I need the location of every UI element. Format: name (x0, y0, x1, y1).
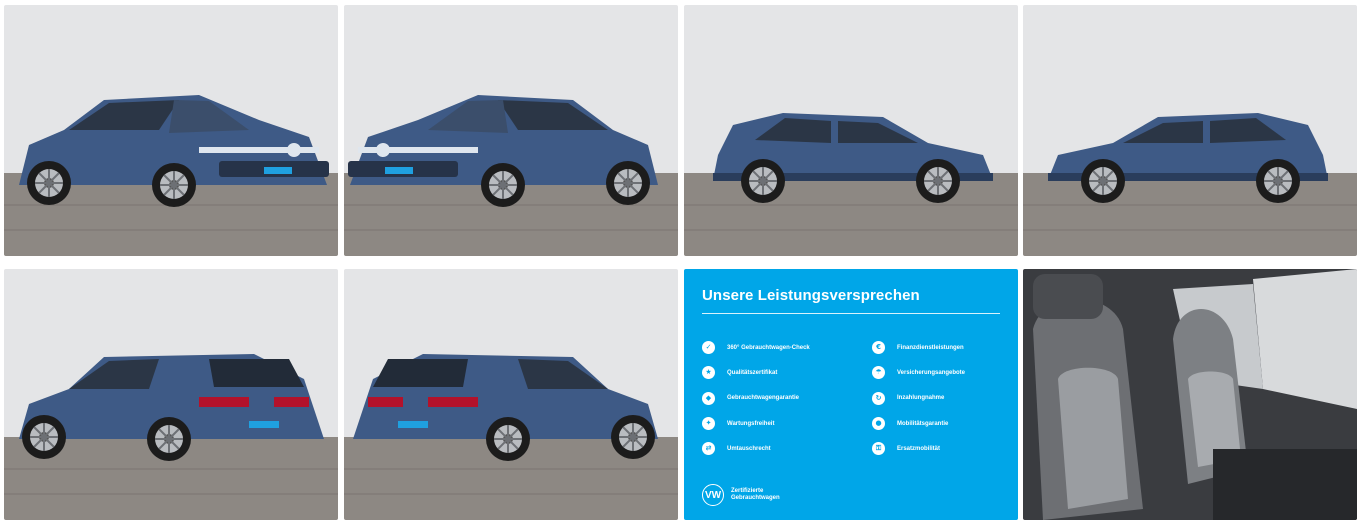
promo-item-insurance: ☂ Versicherungsangebote (872, 360, 1018, 385)
promo-item-trade-in: ↻ Inzahlungnahme (872, 386, 1018, 411)
umbrella-icon: ☂ (872, 366, 885, 380)
gallery-photo-front-right[interactable] (344, 5, 678, 256)
logo-line-1: Zertifizierte (731, 488, 764, 494)
gallery-photo-side-left[interactable] (684, 5, 1018, 256)
interior-seats-photo-icon (1023, 269, 1357, 520)
key-icon: ⚿ (872, 442, 885, 456)
car-front-left-photo-icon (4, 5, 338, 256)
promo-list-left: ✓ 360° Gebrauchtwagen-Check ★ Qualitätszer… (702, 335, 852, 461)
gallery-photo-front-left[interactable] (4, 5, 338, 256)
promo-item-warranty: ◆ Gebrauchtwagengarantie (702, 386, 852, 411)
promo-item-mobility: ● Mobilitätsgarantie (872, 411, 1018, 436)
car-rear-right-photo-icon (344, 269, 678, 520)
promo-item-finance: € Finanzdienstleistungen (872, 335, 1018, 360)
car-side-right-photo-icon (1023, 5, 1357, 256)
shield-icon: ◆ (702, 391, 715, 405)
promo-item-replacement: ⚿ Ersatzmobilität (872, 436, 1018, 461)
gallery-photo-interior[interactable] (1023, 269, 1357, 520)
promo-list-right: € Finanzdienstleistungen ☂ Versicherungsan… (872, 335, 1018, 461)
car-side-left-photo-icon (684, 5, 1018, 256)
promo-item-maintenance: ✦ Wartungsfreiheit (702, 411, 852, 436)
promo-title: Unsere Leistungsversprechen (702, 287, 920, 304)
money-icon: € (872, 341, 885, 355)
promo-item-certificate: ★ Qualitätszertifikat (702, 360, 852, 385)
logo-line-2: Gebrauchtwagen (731, 495, 780, 501)
trade-in-icon: ↻ (872, 391, 885, 405)
car-icon: ● (872, 417, 885, 431)
gallery-photo-rear-right[interactable] (344, 269, 678, 520)
check-icon: ✓ (702, 341, 715, 355)
certified-used-cars-logo: VW Zertifizierte Gebrauchtwagen (702, 484, 780, 506)
vw-logo-icon: VW (702, 484, 724, 506)
gallery-photo-side-right[interactable] (1023, 5, 1357, 256)
car-front-right-photo-icon (344, 5, 678, 256)
promo-item-check: ✓ 360° Gebrauchtwagen-Check (702, 335, 852, 360)
promo-divider (702, 313, 1000, 314)
promo-item-exchange: ⇄ Umtauschrecht (702, 436, 852, 461)
promo-card[interactable]: Unsere Leistungsversprechen ✓ 360° Gebrau… (684, 269, 1018, 520)
certificate-icon: ★ (702, 366, 715, 380)
car-rear-left-photo-icon (4, 269, 338, 520)
exchange-icon: ⇄ (702, 442, 715, 456)
gallery-photo-rear-left[interactable] (4, 269, 338, 520)
wrench-icon: ✦ (702, 417, 715, 431)
